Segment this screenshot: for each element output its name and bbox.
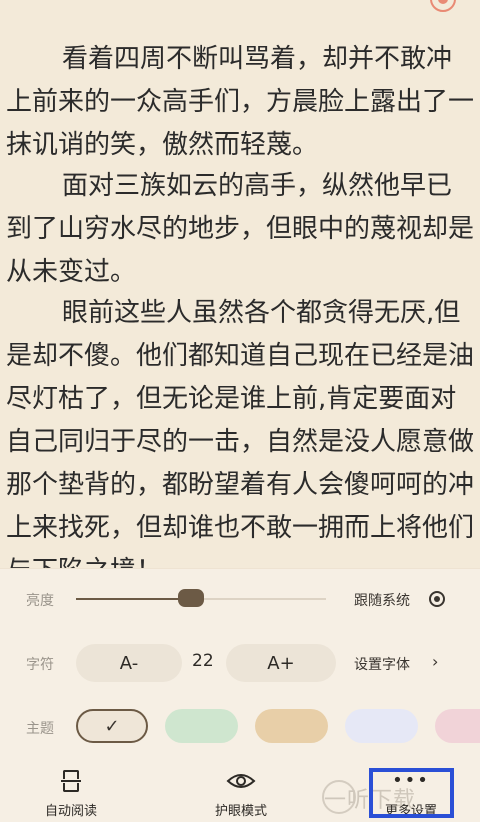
font-label: 字符 xyxy=(26,657,54,673)
brightness-label: 亮度 xyxy=(26,593,54,609)
theme-tan[interactable] xyxy=(255,709,328,743)
auto-read-label: 自动阅读 xyxy=(44,804,97,819)
paragraph-2: 面对三族如云的高手，纵然他早已到了山穷水尽的地步，但眼中的蔑视却是从未变过。 xyxy=(6,171,475,287)
record-icon[interactable] xyxy=(430,0,456,12)
brightness-slider-fill xyxy=(76,598,191,600)
font-size-value: 22 xyxy=(192,651,214,671)
eye-mode-label: 护眼模式 xyxy=(214,804,267,819)
paragraph-3: 眼前这些人虽然各个都贪得无厌,但是却不傻。他们都知道自己现在已经是油尽灯枯了，但… xyxy=(6,298,475,570)
theme-green[interactable] xyxy=(165,709,238,743)
theme-beige[interactable]: ✓ xyxy=(76,709,148,743)
set-font-button[interactable]: 设置字体 xyxy=(354,654,410,674)
eye-mode-button[interactable]: 护眼模式 xyxy=(191,768,291,819)
theme-label: 主题 xyxy=(26,721,54,737)
follow-system-label[interactable]: 跟随系统 xyxy=(354,590,410,610)
theme-pink[interactable] xyxy=(435,709,480,743)
auto-read-button[interactable]: 自动阅读 xyxy=(21,768,121,819)
brightness-slider[interactable] xyxy=(76,589,326,607)
increase-font-button[interactable]: A+ xyxy=(226,644,336,682)
brightness-slider-thumb[interactable] xyxy=(178,589,204,607)
check-icon: ✓ xyxy=(104,715,120,737)
eye-icon xyxy=(226,768,256,794)
theme-lavender[interactable] xyxy=(345,709,418,743)
more-settings-highlight xyxy=(369,768,454,818)
paragraph-1: 看着四周不断叫骂着，却并不敢冲上前来的一众高手们，方晨脸上露出了一抹讥诮的笑，傲… xyxy=(6,44,475,160)
auto-read-icon xyxy=(61,768,81,794)
chevron-right-icon[interactable]: › xyxy=(432,652,438,671)
decrease-font-button[interactable]: A- xyxy=(76,644,182,682)
reading-area[interactable]: 看着四周不断叫骂着，却并不敢冲上前来的一众高手们，方晨脸上露出了一抹讥诮的笑，傲… xyxy=(0,0,480,570)
follow-system-radio[interactable] xyxy=(429,591,445,607)
